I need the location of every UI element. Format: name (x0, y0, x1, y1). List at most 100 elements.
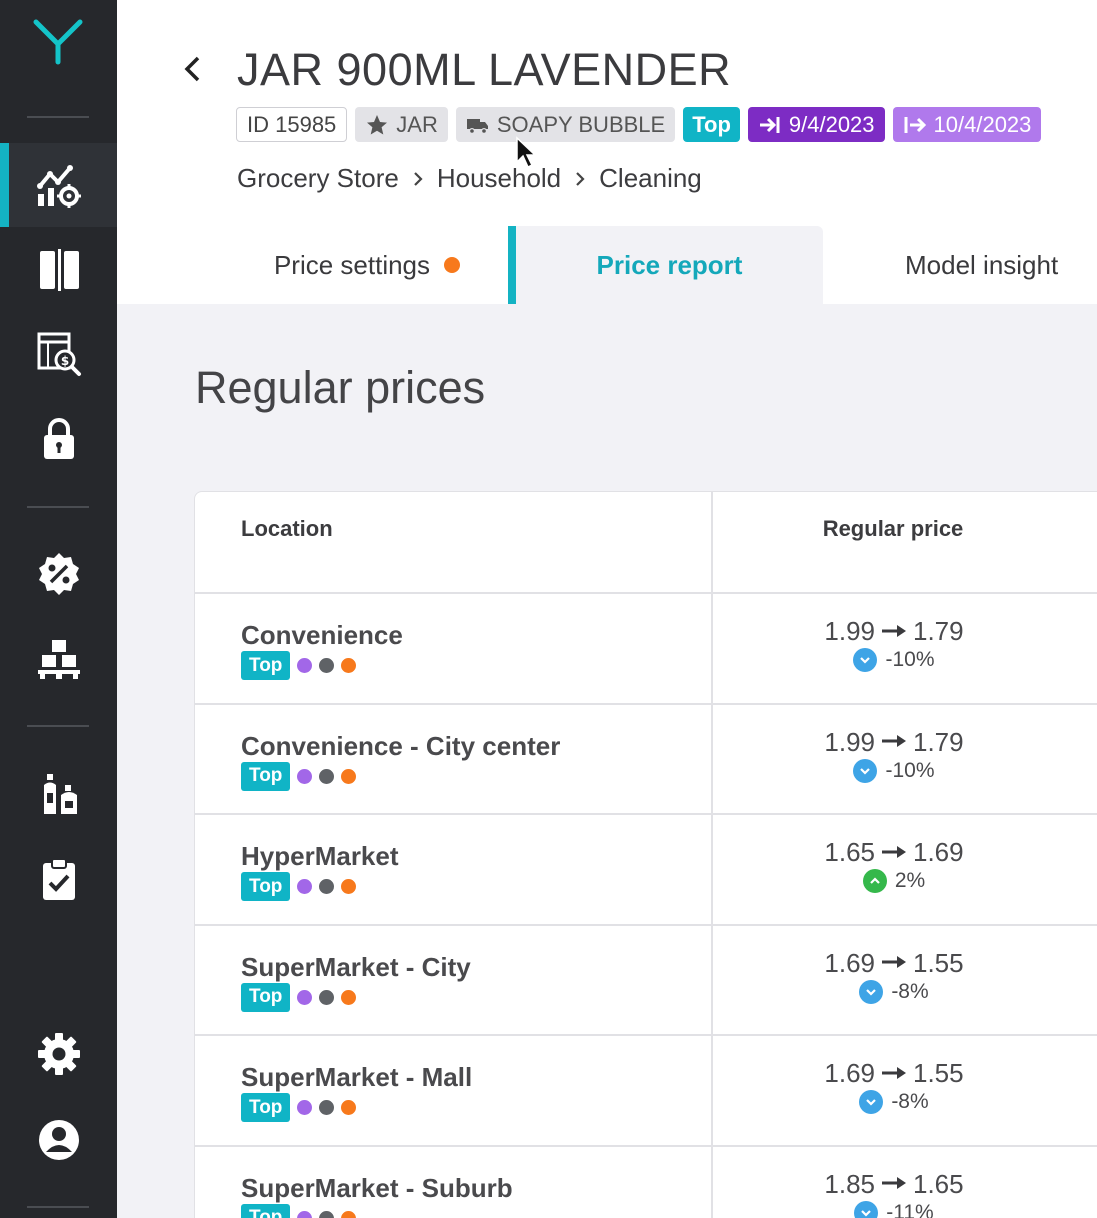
lock-icon (43, 418, 74, 459)
location-meta: Top (241, 982, 357, 1012)
status-dot-gray (319, 879, 335, 894)
change-percent: -11% (886, 1200, 934, 1218)
star-icon (367, 114, 388, 134)
status-dot-gray (319, 1210, 335, 1218)
change-percent: -8% (891, 1090, 929, 1113)
old-price: 1.99 (824, 726, 875, 757)
table-row[interactable]: Convenience Top 1.99 1.79 -10% (195, 594, 1097, 704)
arrow-to-line-icon (759, 116, 780, 133)
table-row[interactable]: SuperMarket - Mall Top 1.69 1.55 -8% (195, 1036, 1097, 1146)
location-meta: Top (241, 651, 357, 680)
analytics-gear-icon (36, 165, 81, 208)
change-direction-icon (862, 869, 887, 893)
table-row[interactable]: Convenience - City center Top 1.99 1.79 -10% (195, 705, 1097, 815)
sidebar-item-price-search[interactable]: $ (0, 312, 117, 396)
sidebar-divider (27, 506, 89, 508)
status-dot-gray (319, 989, 335, 1005)
new-price: 1.55 (913, 947, 964, 978)
top-badge: Top (241, 1203, 291, 1218)
chevron-right-icon (414, 171, 423, 186)
discount-badge-icon (38, 553, 79, 595)
sidebar-item-warehouse[interactable] (0, 617, 117, 701)
start-date-label: 9/4/2023 (788, 111, 875, 137)
price-cell[interactable]: 1.69 1.55 -8% (713, 948, 1097, 1004)
column-header-location[interactable]: Location (241, 492, 333, 592)
table-row[interactable]: SuperMarket - Suburb Top 1.85 1.65 -11% (195, 1147, 1097, 1218)
top-tag-label: Top (692, 111, 731, 137)
sidebar-item-settings[interactable] (0, 1012, 117, 1096)
sidebar-item-columns[interactable] (0, 228, 117, 312)
price-cell[interactable]: 1.69 1.55 -8% (713, 1058, 1097, 1114)
arrow-right-icon (882, 845, 906, 858)
change-percent: -8% (891, 979, 929, 1003)
price-cell[interactable]: 1.65 1.69 2% (713, 837, 1097, 893)
column-header-regular-price[interactable]: Regular price (711, 492, 1097, 592)
table-row[interactable]: SuperMarket - City Top 1.69 1.55 -8% (195, 926, 1097, 1036)
chevron-down-icon (860, 657, 871, 664)
product-tags: ID 15985 JAR SOAPY BUBBLE Top 9/4/2023 1… (236, 107, 1042, 142)
top-tag: Top (683, 107, 740, 142)
columns-icon (39, 249, 79, 291)
breadcrumb-item[interactable]: Cleaning (599, 163, 702, 194)
price-cell[interactable]: 1.99 1.79 -10% (713, 616, 1097, 672)
price-cell[interactable]: 1.85 1.65 -11% (713, 1169, 1097, 1218)
change-direction-icon (853, 648, 878, 672)
sidebar-item-lock[interactable] (0, 397, 117, 481)
location-name[interactable]: Convenience (241, 620, 403, 651)
breadcrumb-item[interactable]: Household (437, 163, 561, 194)
sidebar-item-analytics[interactable] (0, 143, 117, 227)
tab-price-settings[interactable]: Price settings (227, 226, 507, 304)
price-transition: 1.99 1.79 (824, 727, 963, 758)
page-title: JAR 900ML LAVENDER (237, 44, 732, 95)
user-icon (38, 1120, 79, 1160)
mouse-cursor-icon (516, 136, 537, 169)
clipboard-check-icon (42, 858, 75, 900)
sidebar-item-discounts[interactable] (0, 532, 117, 616)
status-dot-purple (297, 1100, 313, 1115)
price-change: -8% (859, 1090, 929, 1114)
category-tag[interactable]: JAR (355, 107, 448, 142)
status-dot-orange (341, 768, 357, 784)
top-badge: Top (241, 1093, 291, 1122)
status-dot-purple (297, 768, 313, 784)
price-cell[interactable]: 1.99 1.79 -10% (713, 727, 1097, 783)
app-logo-icon[interactable] (30, 18, 86, 66)
location-name[interactable]: HyperMarket (241, 841, 399, 872)
change-direction-icon (859, 1090, 884, 1114)
truck-icon (466, 118, 488, 134)
tab-model-insight[interactable]: Model insight (887, 226, 1097, 304)
price-change: -11% (854, 1200, 934, 1218)
chevron-up-icon (870, 877, 880, 884)
old-price: 1.69 (824, 947, 875, 978)
sidebar-item-products[interactable] (0, 752, 117, 836)
location-name[interactable]: Convenience - City center (241, 731, 560, 762)
arrow-right-icon (882, 1066, 906, 1079)
supplier-tag[interactable]: SOAPY BUBBLE (455, 107, 676, 142)
tab-price-report[interactable]: Price report (508, 226, 823, 304)
new-price: 1.79 (913, 616, 964, 646)
location-meta: Top (241, 761, 357, 791)
location-name[interactable]: SuperMarket - City (241, 952, 471, 983)
back-chevron-icon[interactable] (181, 54, 205, 84)
status-dot-purple (297, 879, 313, 894)
tab-price-settings-label: Price settings (273, 249, 431, 280)
top-badge: Top (241, 872, 291, 901)
sidebar-item-profile[interactable] (0, 1098, 117, 1182)
id-tag-label: ID 15985 (247, 111, 337, 137)
status-dot-gray (319, 1100, 335, 1115)
breadcrumb-item[interactable]: Grocery Store (237, 163, 399, 194)
old-price: 1.69 (824, 1058, 875, 1088)
price-change: 2% (862, 869, 925, 893)
location-name[interactable]: SuperMarket - Mall (241, 1062, 472, 1093)
status-dot-gray (319, 768, 335, 784)
supplier-tag-label: SOAPY BUBBLE (496, 111, 666, 137)
sidebar-divider (27, 1206, 89, 1208)
status-dot-purple (297, 989, 313, 1005)
sidebar-item-tasks[interactable] (0, 837, 117, 921)
location-name[interactable]: SuperMarket - Suburb (241, 1173, 513, 1204)
table-row[interactable]: HyperMarket Top 1.65 1.69 2% (195, 815, 1097, 925)
change-percent: -10% (885, 758, 935, 782)
warehouse-boxes-icon (37, 640, 80, 679)
status-dot-orange (341, 1210, 357, 1218)
location-meta: Top (241, 1093, 357, 1122)
